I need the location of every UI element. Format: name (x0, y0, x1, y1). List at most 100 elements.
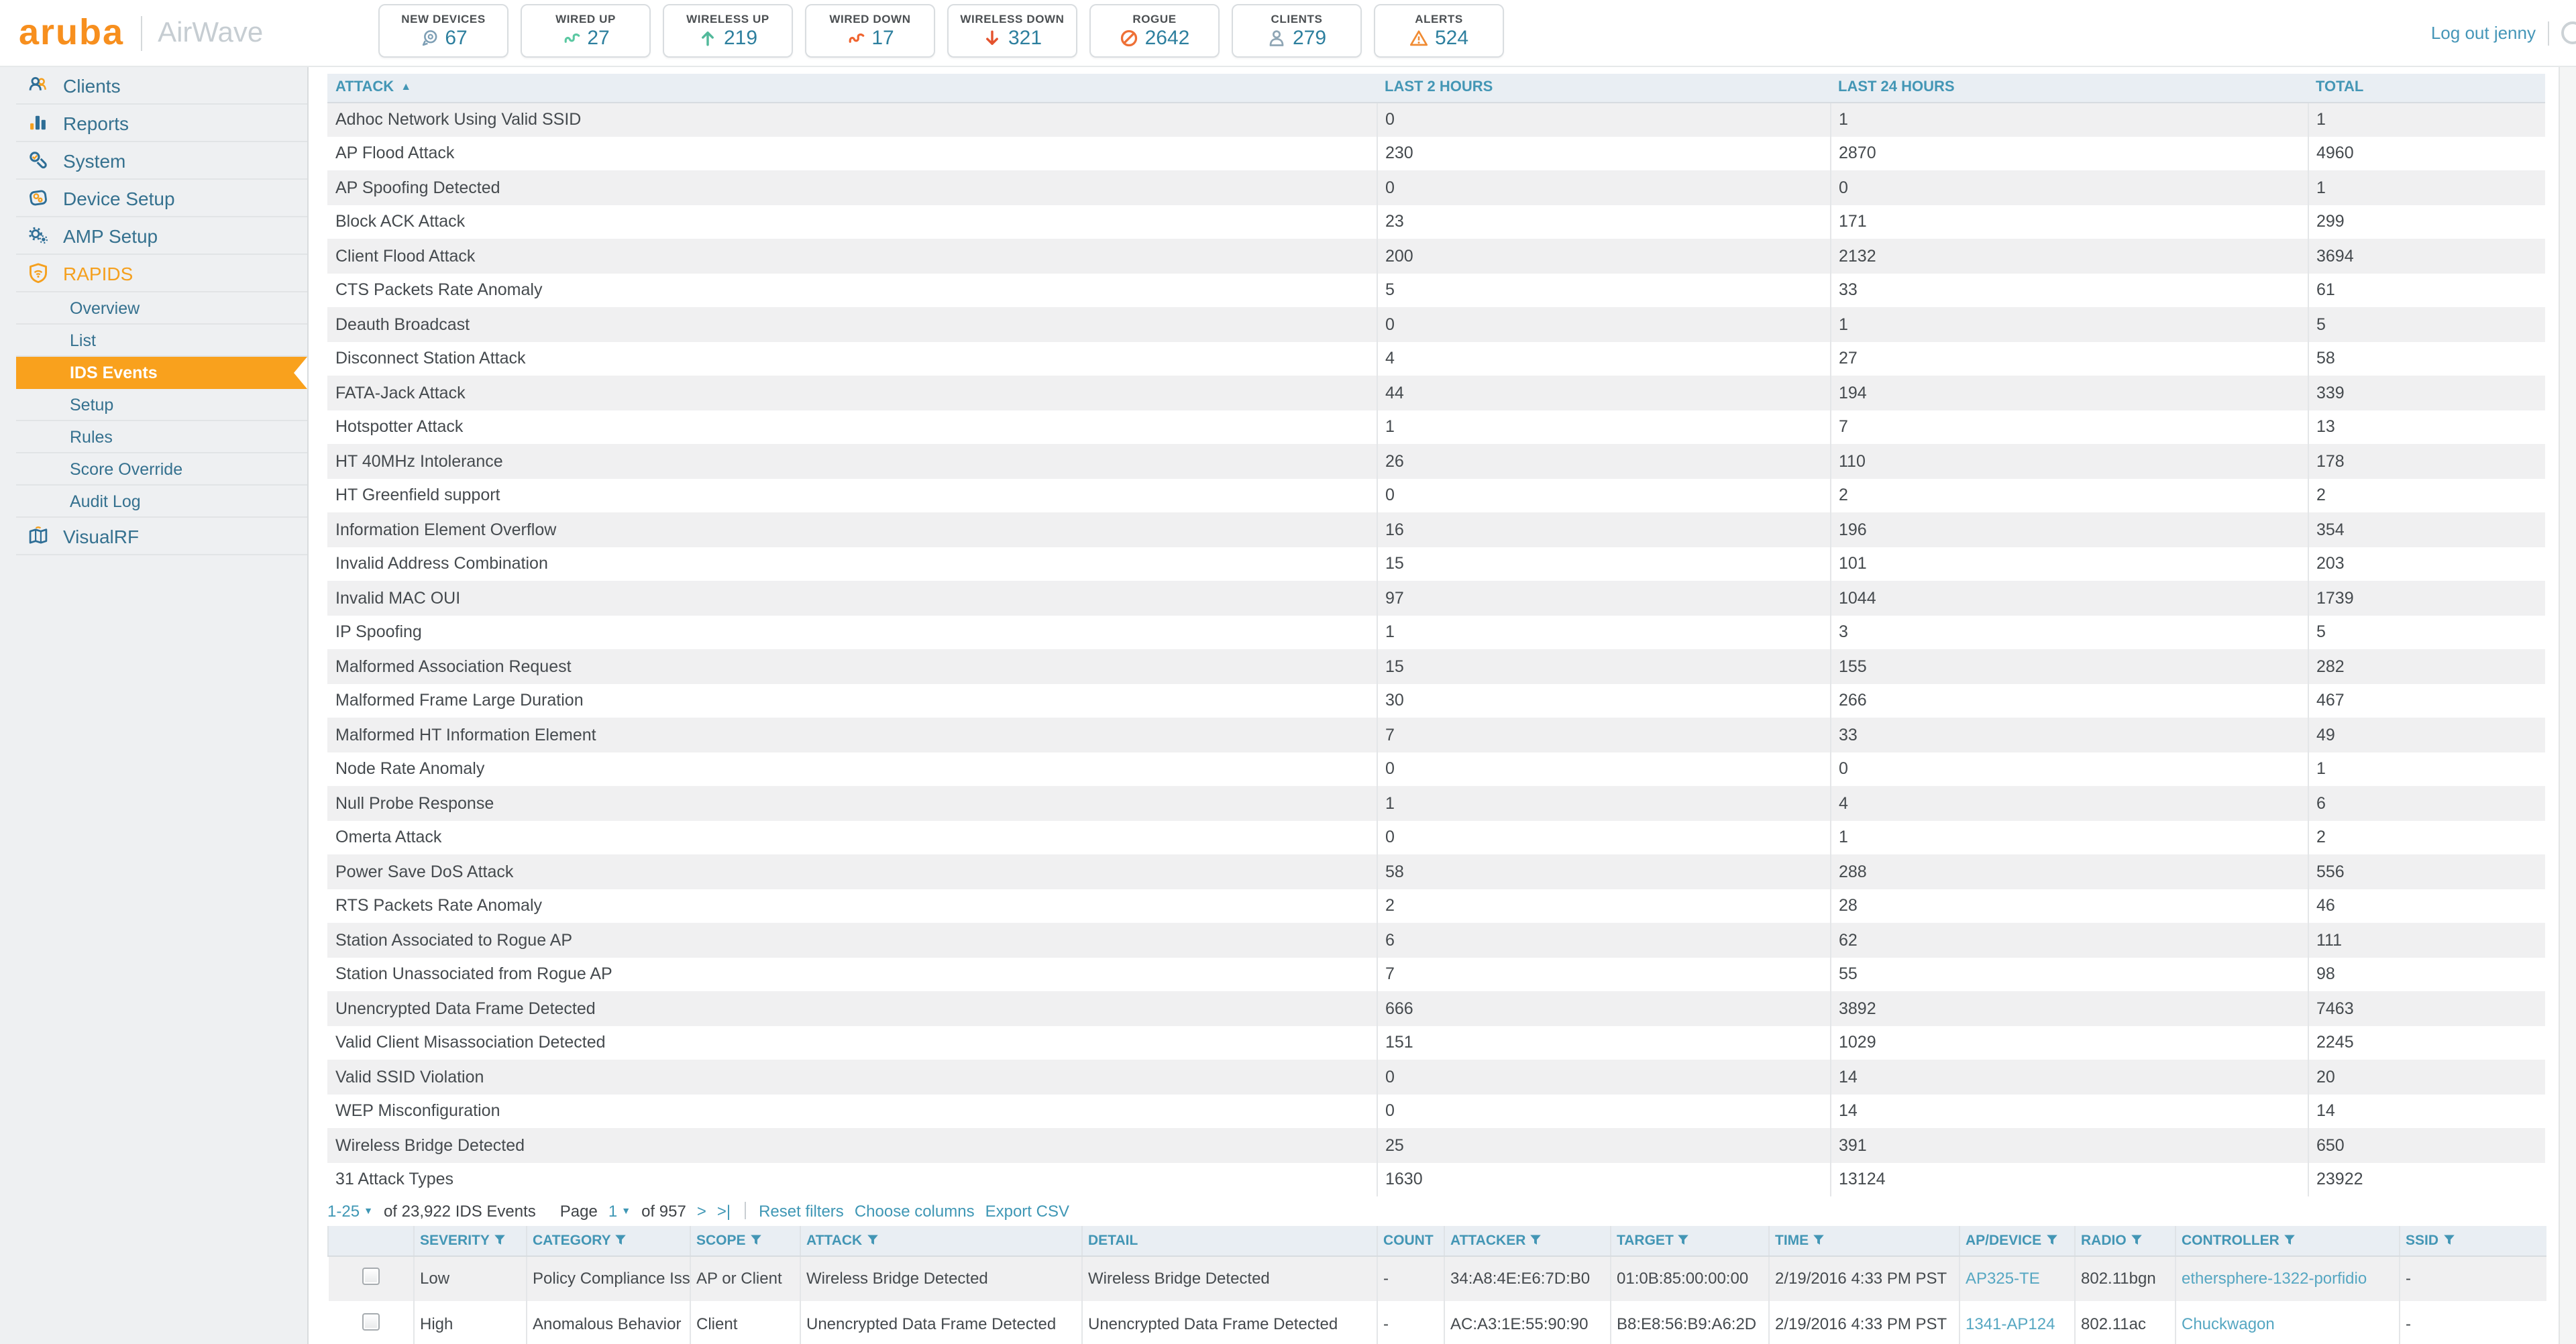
stat-value: 2642 (1145, 27, 1190, 50)
brand: aruba AirWave (19, 0, 263, 66)
category-cell: Anomalous Behavior (527, 1301, 690, 1344)
stat-box[interactable]: NEW DEVICES 67 (378, 4, 508, 58)
rows-per-page-select[interactable]: 1-25▼ (327, 1201, 373, 1220)
last-2-hours-value: 0 (1377, 478, 1830, 512)
detail-cell: Unencrypted Data Frame Detected (1082, 1301, 1377, 1344)
events-column-header[interactable]: SCOPE (690, 1226, 800, 1255)
events-column-header[interactable]: TIME (1769, 1226, 1960, 1255)
sidebar-item-audit-log[interactable]: Audit Log (16, 486, 307, 518)
row-checkbox[interactable] (362, 1313, 380, 1331)
choose-columns-link[interactable]: Choose columns (855, 1201, 975, 1220)
filter-funnel-icon[interactable] (2045, 1233, 2057, 1249)
events-column-header[interactable]: CONTROLLER (2176, 1226, 2400, 1255)
vertical-scrollbar[interactable] (2559, 67, 2576, 1344)
row-checkbox[interactable] (362, 1268, 380, 1286)
total-value: 111 (2308, 923, 2545, 957)
filter-funnel-icon[interactable] (1529, 1233, 1542, 1249)
ap-device-link[interactable]: AP325-TE (1966, 1270, 2040, 1288)
next-page-button[interactable]: > (697, 1201, 706, 1220)
last-24-hours-value: 2870 (1830, 136, 2308, 170)
events-column-header[interactable]: AP/DEVICE (1960, 1226, 2075, 1255)
events-column-header[interactable]: SEVERITY (414, 1226, 527, 1255)
attack-summary-row: HT 40MHz Intolerance 26 110 178 (327, 444, 2545, 478)
sidebar-item-score-override[interactable]: Score Override (16, 453, 307, 486)
logout-link[interactable]: Log out jenny (2431, 23, 2536, 43)
attack-name: Unencrypted Data Frame Detected (327, 991, 1377, 1025)
stat-box[interactable]: CLIENTS 279 (1232, 4, 1362, 58)
stat-label: CLIENTS (1271, 12, 1323, 25)
filter-funnel-icon[interactable] (750, 1233, 762, 1249)
events-column-header[interactable]: ATTACK (800, 1226, 1082, 1255)
scope-cell: AP or Client (690, 1255, 800, 1301)
events-column-header[interactable]: ATTACKER (1444, 1226, 1611, 1255)
sidebar-item-setup[interactable]: Setup (16, 389, 307, 421)
sidebar-item-overview[interactable]: Overview (16, 292, 307, 325)
column-header-last-2-hours[interactable]: LAST 2 HOURS (1377, 74, 1830, 102)
filter-funnel-icon[interactable] (1678, 1233, 1690, 1249)
sidebar-item-label: RAPIDS (63, 262, 133, 284)
events-column-header[interactable]: CATEGORY (527, 1226, 690, 1255)
help-icon[interactable] (2561, 21, 2576, 44)
attack-name: Omerta Attack (327, 820, 1377, 854)
stat-box[interactable]: WIRELESS DOWN 321 (947, 4, 1077, 58)
sidebar-item-reports[interactable]: Reports (16, 105, 307, 142)
filter-funnel-icon[interactable] (494, 1233, 506, 1249)
filter-funnel-icon[interactable] (615, 1233, 627, 1249)
stat-box[interactable]: ALERTS 524 (1374, 4, 1504, 58)
sidebar-item-device-setup[interactable]: Device Setup (16, 180, 307, 217)
stat-label: WIRELESS UP (686, 12, 769, 25)
filter-funnel-icon[interactable] (866, 1233, 878, 1249)
sidebar-item-visualrf[interactable]: VisualRF (16, 518, 307, 555)
filter-funnel-icon[interactable] (2443, 1233, 2455, 1249)
sidebar-item-list[interactable]: List (16, 325, 307, 357)
sidebar-item-clients[interactable]: Clients (16, 67, 307, 105)
filter-funnel-icon[interactable] (2284, 1233, 2296, 1249)
export-csv-link[interactable]: Export CSV (985, 1201, 1069, 1220)
ap-device-link[interactable]: 1341-AP124 (1966, 1314, 2055, 1333)
stat-label: NEW DEVICES (401, 12, 486, 25)
filter-funnel-icon[interactable] (2131, 1233, 2143, 1249)
total-value: 1 (2308, 102, 2545, 136)
column-header-total[interactable]: TOTAL (2308, 74, 2545, 102)
stat-box[interactable]: ROGUE 2642 (1089, 4, 1220, 58)
sidebar-item-system[interactable]: System (16, 142, 307, 180)
total-value: 1 (2308, 752, 2545, 786)
events-column-header[interactable]: SSID (2400, 1226, 2546, 1255)
sidebar-item-label: Score Override (70, 459, 182, 478)
filter-funnel-icon[interactable] (1813, 1233, 1825, 1249)
events-column-header[interactable]: RADIO (2075, 1226, 2176, 1255)
total-value: 2 (2308, 820, 2545, 854)
last-2-hours-value: 230 (1377, 136, 1830, 170)
last-2-hours-value: 2 (1377, 889, 1830, 923)
column-header-last-24-hours[interactable]: LAST 24 HOURS (1830, 74, 2308, 102)
stat-box[interactable]: WIRED DOWN 17 (805, 4, 935, 58)
stat-label: WIRELESS DOWN (960, 12, 1064, 25)
page-select[interactable]: 1▼ (608, 1201, 631, 1220)
severity-cell: High (414, 1301, 527, 1344)
attacker-cell: AC:A3:1E:55:90:90 (1444, 1301, 1611, 1344)
main-content: ATTACK▲ LAST 2 HOURS LAST 24 HOURS TOTAL… (309, 67, 2576, 1344)
sort-ascending-icon: ▲ (400, 81, 411, 93)
stat-box[interactable]: WIRELESS UP 219 (663, 4, 793, 58)
last-page-button[interactable]: >| (717, 1201, 731, 1220)
cable-icon (561, 28, 582, 48)
sidebar-item-ids-events[interactable]: IDS Events (16, 357, 307, 389)
attack-summary-row: AP Flood Attack 230 2870 4960 (327, 136, 2545, 170)
clients-icon (27, 74, 50, 97)
total-value: 203 (2308, 547, 2545, 581)
reset-filters-link[interactable]: Reset filters (759, 1201, 844, 1220)
controller-link[interactable]: Chuckwagon (2182, 1314, 2275, 1333)
events-column-header[interactable]: COUNT (1377, 1226, 1444, 1255)
last-24-hours-value: 1044 (1830, 581, 2308, 615)
controller-link[interactable]: ethersphere-1322-porfidio (2182, 1270, 2367, 1288)
stat-box[interactable]: WIRED UP 27 (521, 4, 651, 58)
last-24-hours-value: 3 (1830, 615, 2308, 649)
sidebar-item-amp-setup[interactable]: AMP Setup (16, 217, 307, 255)
events-column-header[interactable] (328, 1226, 414, 1255)
sidebar-item-rules[interactable]: Rules (16, 421, 307, 453)
column-header-attack[interactable]: ATTACK▲ (327, 74, 1377, 102)
reports-icon (27, 111, 50, 134)
events-column-header[interactable]: DETAIL (1082, 1226, 1377, 1255)
events-column-header[interactable]: TARGET (1611, 1226, 1769, 1255)
sidebar-item-rapids[interactable]: RAPIDS (16, 255, 307, 292)
